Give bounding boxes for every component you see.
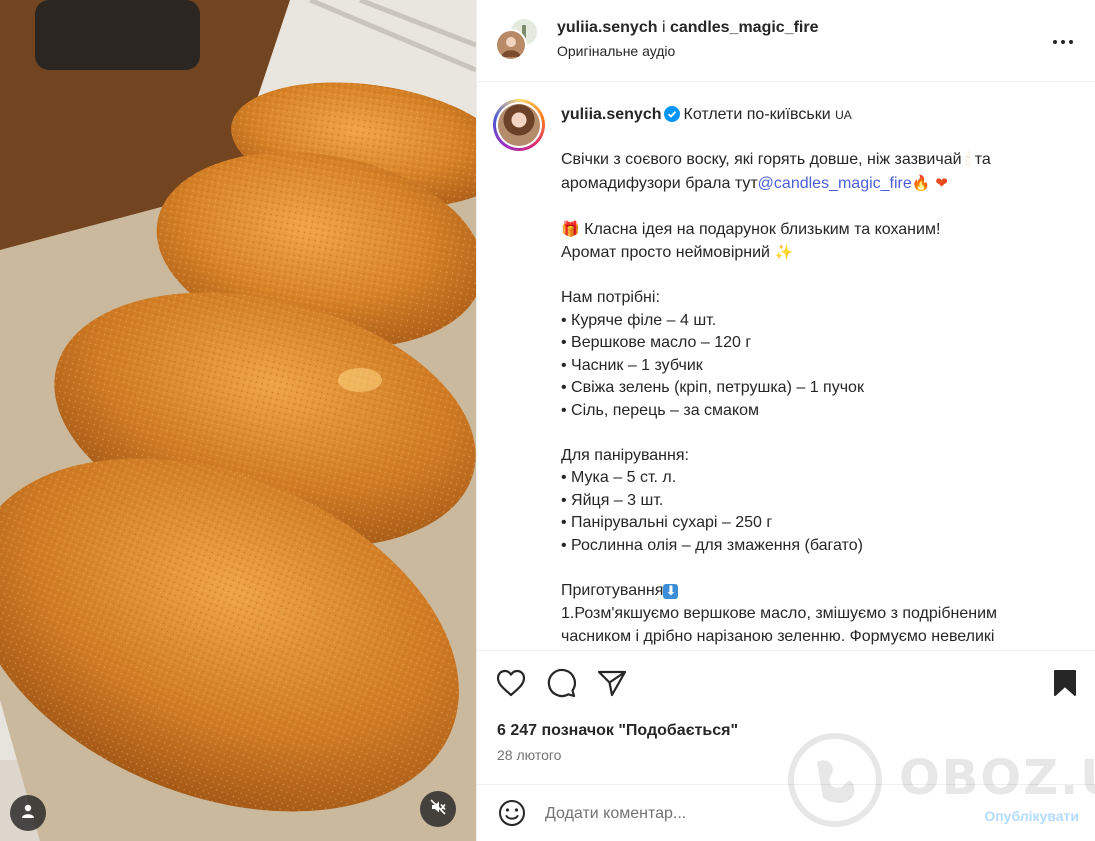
more-options-button[interactable]: [1051, 28, 1075, 52]
user-icon: [21, 804, 35, 823]
ingredient-item: • Куряче філе – 4 шт.: [561, 311, 717, 329]
bookmark-icon: [1053, 669, 1077, 702]
caption-gift-line: 🎁 Класна ідея на подарунок близьким та к…: [561, 219, 941, 238]
steps-title: Приготування: [561, 581, 664, 599]
caption-area: yuliia.senych Котлети по-київськи UA Свіч…: [477, 82, 1095, 650]
ingredient-item: • Часник – 1 зубчик: [561, 356, 703, 374]
comment-icon: [546, 668, 576, 703]
ingredients-title: Нам потрібні:: [561, 289, 660, 306]
post-header: yuliia.senych і candles_magic_fire Оригі…: [477, 0, 1095, 82]
author-link[interactable]: yuliia.senych: [557, 19, 658, 36]
caption-intro-2: аромадифузори брала тут@candles_magic_fi…: [561, 173, 948, 192]
smile-icon: [498, 799, 526, 832]
collab-avatars[interactable]: [495, 17, 539, 61]
comment-bar: Опублікувати: [477, 784, 1095, 841]
breading-item: • Рослинна олія – для змаження (багато): [561, 536, 863, 554]
comment-button[interactable]: [545, 668, 577, 703]
caption-body: Свічки з соєвого воску, які горять довше…: [561, 148, 1073, 648]
candle-emoji: 🕯: [965, 150, 971, 168]
audio-link[interactable]: Оригінальне аудіо: [557, 41, 819, 61]
publish-button[interactable]: Опублікувати: [984, 808, 1079, 824]
share-button[interactable]: [596, 669, 628, 701]
post-actions: 6 247 позначок "Подобається" 28 лютого: [477, 650, 1095, 784]
ingredient-item: • Свіжа зелень (кріп, петрушка) – 1 пучо…: [561, 379, 864, 396]
caption-title: Котлети по-київськи: [683, 106, 831, 123]
caption-title-badge: UA: [835, 108, 852, 122]
heart-icon: [496, 669, 526, 702]
authors-conjunction: і: [661, 19, 666, 36]
header-text: yuliia.senych і candles_magic_fire Оригі…: [557, 18, 819, 61]
collaborator-link[interactable]: candles_magic_fire: [670, 19, 819, 36]
mention-link[interactable]: @candles_magic_fire: [758, 175, 912, 192]
ingredient-item: • Вершкове масло – 120 г: [561, 334, 752, 351]
ingredient-item: • Сіль, перець – за смаком: [561, 401, 760, 419]
breading-item: • Мука – 5 ст. л.: [561, 469, 677, 486]
user-tag-button[interactable]: [10, 795, 46, 831]
speaker-muted-icon: [430, 798, 446, 820]
save-button[interactable]: [1049, 669, 1081, 701]
step-1-line: 1.Розм'якшуємо вершкове масло, змішуємо …: [561, 605, 998, 622]
gift-emoji: 🎁: [561, 219, 580, 238]
down-arrow-emoji: ⬇: [663, 583, 679, 599]
like-button[interactable]: [495, 669, 527, 701]
breading-item: • Яйця – 3 шт.: [561, 491, 664, 509]
caption-author-avatar[interactable]: [493, 99, 545, 151]
breading-title: Для панірування:: [561, 446, 689, 464]
post-media[interactable]: [0, 0, 476, 841]
caption-aroma-line: Аромат просто неймовірний ✨: [561, 243, 794, 261]
author-avatar[interactable]: [495, 29, 527, 61]
emoji-picker-button[interactable]: [497, 799, 527, 832]
likes-count[interactable]: 6 247 позначок "Подобається": [497, 722, 738, 740]
post-date[interactable]: 28 лютого: [497, 747, 561, 763]
send-icon: [597, 669, 627, 702]
fire-heart-emojis: 🔥 ❤: [911, 173, 948, 192]
caption-title-line: yuliia.senych Котлети по-київськи UA: [561, 104, 852, 129]
post-details-panel: yuliia.senych і candles_magic_fire Оригі…: [476, 0, 1095, 841]
mute-button[interactable]: [420, 791, 456, 827]
breading-item: • Панірувальні сухарі – 250 г: [561, 514, 773, 531]
steps-title-line: Приготування ⬇: [561, 580, 1073, 604]
kyiv-cutlets-photo: [0, 0, 476, 841]
comment-input[interactable]: [545, 797, 955, 831]
step-1-line: часником і дрібно нарізаною зеленню. Фор…: [561, 627, 995, 645]
post-authors: yuliia.senych і candles_magic_fire: [557, 18, 819, 38]
sparkles-emoji: ✨: [774, 243, 794, 261]
verified-badge-icon: [663, 106, 680, 129]
more-horizontal-icon: [1053, 31, 1073, 49]
caption-username[interactable]: yuliia.senych: [561, 106, 662, 123]
caption-intro-1: Свічки з соєвого воску, які горять довше…: [561, 150, 991, 168]
